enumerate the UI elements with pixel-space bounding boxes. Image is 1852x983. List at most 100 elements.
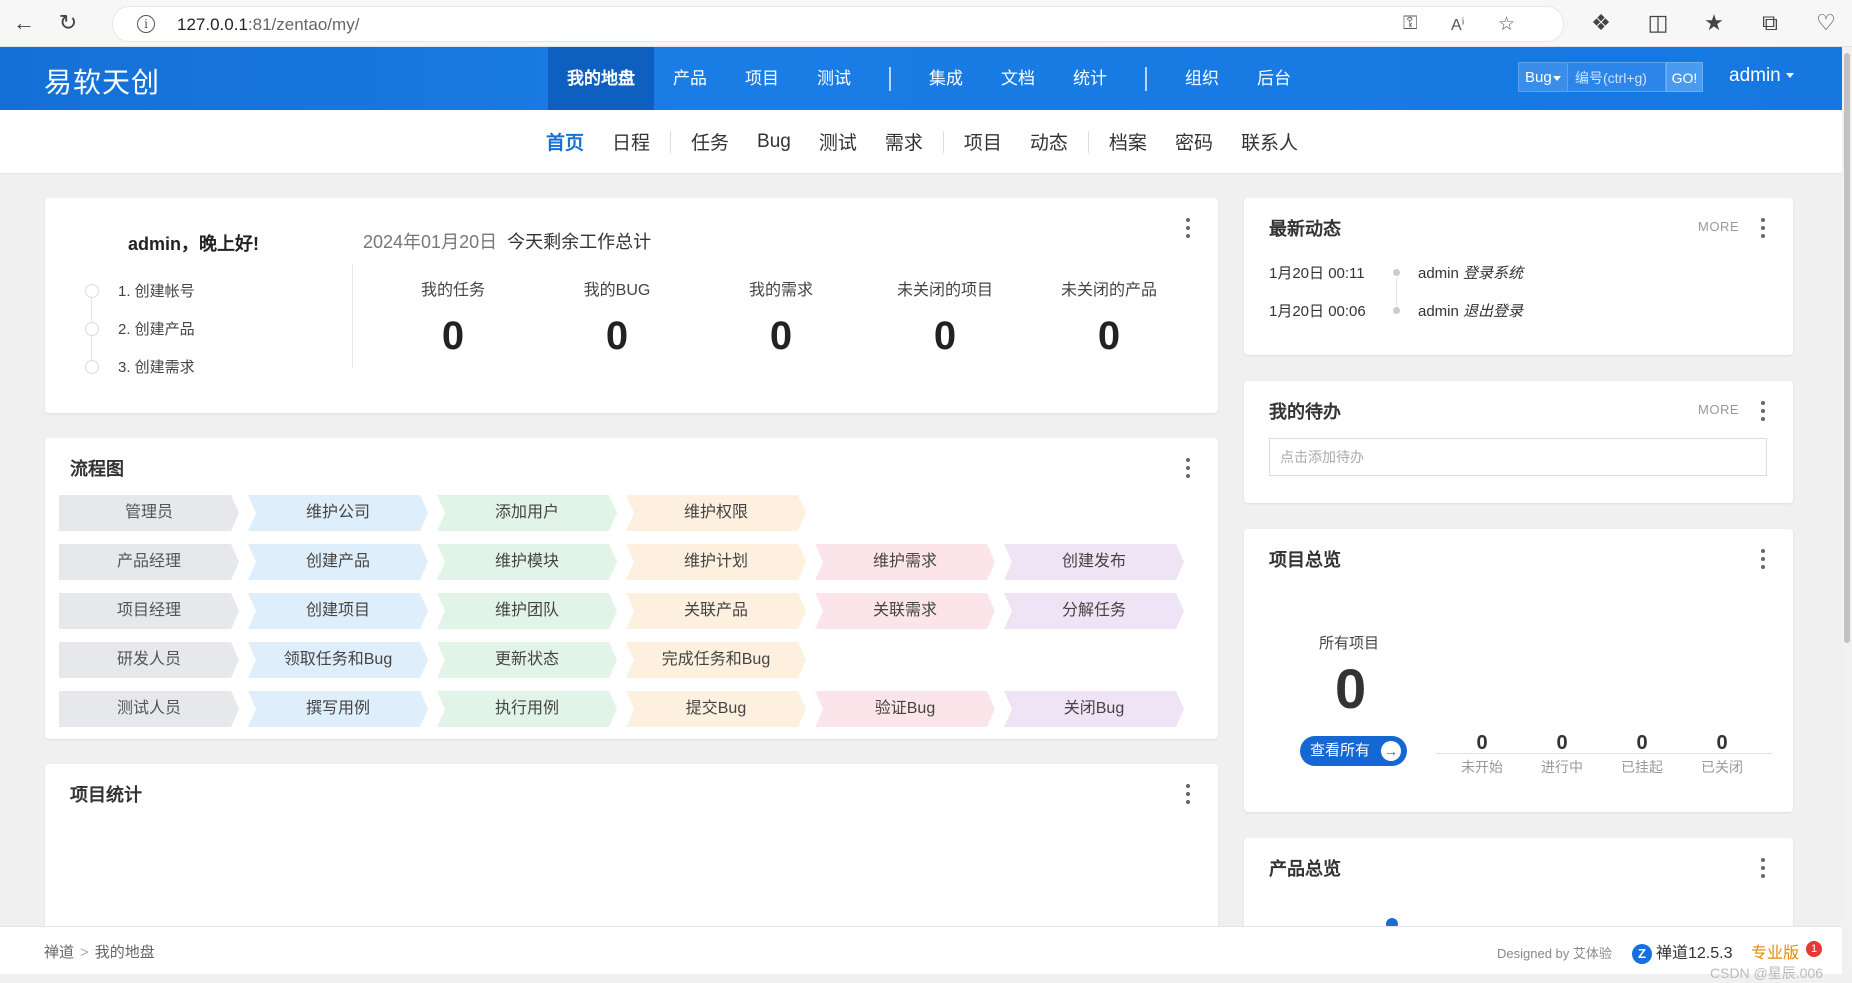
more-options-icon[interactable]	[1760, 856, 1766, 880]
edition-badge[interactable]: 专业版	[1751, 939, 1799, 963]
greeting-text: admin，晚上好!	[128, 234, 260, 254]
browser-toolbar: ← ↻ i 127.0.0.1:81/zentao/my/ ⚿ Aⁱ ☆ ❖ ◫…	[0, 0, 1852, 47]
company-logo[interactable]: 易软天创	[44, 61, 160, 101]
flow-step[interactable]: 维护需求	[815, 544, 995, 580]
breadcrumb-root[interactable]: 禅道	[44, 944, 74, 961]
nav-docs[interactable]: 文档	[982, 47, 1054, 110]
more-link[interactable]: MORE	[1698, 402, 1739, 417]
subnav-contacts[interactable]: 联系人	[1227, 128, 1312, 155]
top-navbar: 易软天创 我的地盘 产品 项目 测试 集成 文档 统计 组织 后台 Bug 编号…	[0, 47, 1842, 110]
more-options-icon[interactable]	[1760, 216, 1766, 240]
back-arrow-icon[interactable]: ←	[10, 9, 38, 37]
flow-step[interactable]: 维护团队	[437, 593, 617, 629]
site-info-icon[interactable]: i	[137, 15, 155, 33]
flow-step[interactable]: 维护公司	[248, 495, 428, 531]
subnav-calendar[interactable]: 日程	[598, 128, 664, 155]
dynamic-entry[interactable]: admin 退出登录	[1418, 300, 1523, 321]
split-screen-icon[interactable]: ◫	[1644, 9, 1672, 37]
subnav-test[interactable]: 测试	[805, 128, 871, 155]
stat-my-tasks[interactable]: 我的任务 0	[368, 276, 538, 359]
nav-integration[interactable]: 集成	[910, 47, 982, 110]
flow-step[interactable]: 领取任务和Bug	[248, 642, 428, 678]
status-not-started[interactable]: 0 未开始	[1442, 732, 1522, 777]
subnav-home[interactable]: 首页	[532, 128, 598, 155]
flow-step[interactable]: 添加用户	[437, 495, 617, 531]
subnav-tasks[interactable]: 任务	[677, 128, 743, 155]
flow-step[interactable]: 关联产品	[626, 593, 806, 629]
flow-step[interactable]: 分解任务	[1004, 593, 1184, 629]
more-options-icon[interactable]	[1185, 456, 1191, 480]
performance-icon[interactable]: ♡	[1812, 9, 1840, 37]
refresh-icon[interactable]: ↻	[54, 9, 82, 37]
search-id-input[interactable]: 编号(ctrl+g)	[1568, 62, 1666, 92]
favorites-list-icon[interactable]: ★	[1700, 9, 1728, 37]
subnav-divider	[670, 130, 672, 153]
flow-step[interactable]: 更新状态	[437, 642, 617, 678]
flow-step[interactable]: 执行用例	[437, 691, 617, 727]
dynamic-entry[interactable]: admin 登录系统	[1418, 262, 1523, 283]
watermark-text: CSDN @星辰.006	[1710, 965, 1824, 981]
extensions-icon[interactable]: ❖	[1587, 9, 1615, 37]
flow-step[interactable]: 创建产品	[248, 544, 428, 580]
subnav-profile[interactable]: 档案	[1095, 128, 1161, 155]
key-icon[interactable]: ⚿	[1403, 13, 1417, 35]
flow-step[interactable]: 维护计划	[626, 544, 806, 580]
nav-project[interactable]: 项目	[726, 47, 798, 110]
flow-step[interactable]: 提交Bug	[626, 691, 806, 727]
read-aloud-icon[interactable]: Aⁱ	[1451, 15, 1465, 35]
designed-by-link[interactable]: Designed by 艾体验	[1497, 943, 1612, 962]
breadcrumb-current[interactable]: 我的地盘	[95, 944, 155, 961]
status-closed[interactable]: 0 已关闭	[1682, 732, 1762, 777]
address-bar[interactable]: i 127.0.0.1:81/zentao/my/ ⚿ Aⁱ ☆	[112, 6, 1564, 42]
flow-step[interactable]: 验证Bug	[815, 691, 995, 727]
favorite-star-icon[interactable]: ☆	[1498, 13, 1515, 36]
stat-value: 0	[933, 314, 957, 358]
subnav-projects[interactable]: 项目	[950, 128, 1016, 155]
stat-my-bugs[interactable]: 我的BUG 0	[532, 276, 702, 359]
nav-my-dashboard[interactable]: 我的地盘	[548, 47, 654, 110]
user-menu[interactable]: admin	[1729, 65, 1794, 87]
nav-organization[interactable]: 组织	[1166, 47, 1238, 110]
view-all-projects-button[interactable]: 查看所有 →	[1300, 736, 1407, 766]
flow-step[interactable]: 完成任务和Bug	[626, 642, 806, 678]
search-type-select[interactable]: Bug	[1518, 62, 1568, 92]
zentao-version[interactable]: Z 禅道12.5.3	[1632, 939, 1733, 964]
flow-step[interactable]: 关联需求	[815, 593, 995, 629]
view-all-label: 查看所有	[1310, 742, 1371, 759]
footer-bar: 禅道 > 我的地盘 Designed by 艾体验 Z 禅道12.5.3 专业版 1 …	[0, 926, 1842, 981]
subnav-password[interactable]: 密码	[1161, 128, 1227, 155]
stat-open-products[interactable]: 未关闭的产品 0	[1024, 276, 1194, 359]
nav-stats[interactable]: 统计	[1054, 47, 1126, 110]
subnav-dynamics[interactable]: 动态	[1016, 128, 1082, 155]
subnav-stories[interactable]: 需求	[871, 128, 937, 155]
collections-icon[interactable]: ⧉	[1756, 9, 1784, 37]
status-suspended[interactable]: 0 已挂起	[1602, 732, 1682, 777]
more-options-icon[interactable]	[1185, 216, 1191, 240]
flow-step[interactable]: 撰写用例	[248, 691, 428, 727]
flow-step[interactable]: 维护模块	[437, 544, 617, 580]
page-scrollbar-thumb[interactable]	[1844, 53, 1850, 643]
more-link[interactable]: MORE	[1698, 219, 1739, 234]
status-in-progress[interactable]: 0 进行中	[1522, 732, 1602, 777]
stat-my-stories[interactable]: 我的需求 0	[696, 276, 866, 359]
flow-step[interactable]: 创建项目	[248, 593, 428, 629]
go-button[interactable]: GO!	[1666, 62, 1703, 92]
nav-test[interactable]: 测试	[798, 47, 870, 110]
flow-step[interactable]: 关闭Bug	[1004, 691, 1184, 727]
subnav-bugs[interactable]: Bug	[743, 131, 805, 153]
status-count: 0	[1476, 732, 1488, 754]
more-options-icon[interactable]	[1760, 547, 1766, 571]
subnav-divider	[942, 130, 944, 153]
stat-open-projects[interactable]: 未关闭的项目 0	[860, 276, 1030, 359]
nav-product[interactable]: 产品	[654, 47, 726, 110]
notification-badge[interactable]: 1	[1806, 941, 1822, 957]
flow-step[interactable]: 创建发布	[1004, 544, 1184, 580]
nav-admin[interactable]: 后台	[1238, 47, 1310, 110]
more-options-icon[interactable]	[1760, 399, 1766, 423]
dynamic-action: 登录系统	[1463, 265, 1524, 282]
add-todo-input[interactable]: 点击添加待办	[1269, 438, 1767, 476]
url-text[interactable]: 127.0.0.1:81/zentao/my/	[177, 15, 359, 35]
welcome-panel: admin，晚上好! 1. 创建帐号 2. 创建产品 3. 创建需求 2024年…	[45, 198, 1218, 413]
flow-step[interactable]: 维护权限	[626, 495, 806, 531]
more-options-icon[interactable]	[1185, 782, 1191, 806]
